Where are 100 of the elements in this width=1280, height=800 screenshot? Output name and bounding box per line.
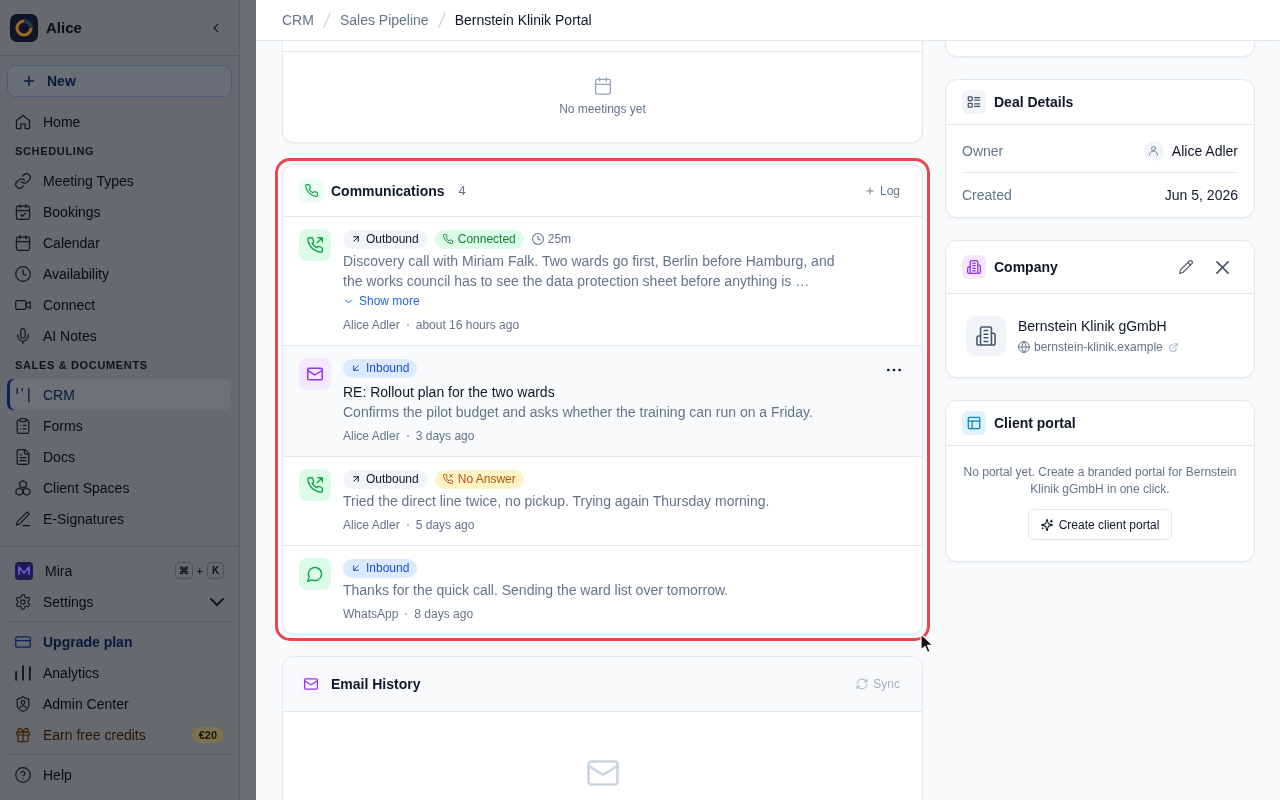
sparkles-icon [1040,518,1053,531]
message-preview: Thanks for the quick call. Sending the ward list over tomorrow. [343,581,730,600]
arrow-up-right-icon [351,234,361,244]
layout-icon [962,411,986,435]
nav-item[interactable]: Admin Center [7,688,232,719]
direction-label: Outbound [366,472,419,486]
status-label: Connected [457,232,516,246]
keycap: ⌘ [174,562,193,579]
chat-bubble-icon [299,558,331,590]
gift-icon [15,726,31,743]
section-heading: SCHEDULING [14,144,96,159]
nav-item[interactable]: Forms [7,410,231,441]
create-portal-button[interactable]: Create client portal [1027,509,1173,540]
pen-icon [15,510,31,527]
show-more-link[interactable]: Show more [343,291,420,311]
gear-icon [15,593,31,610]
nav-item[interactable]: Availability [7,258,231,289]
author-name: Alice Adler [343,317,400,333]
card-title: Client portal [994,415,1076,431]
close-icon [1215,260,1229,274]
section-heading: SALES & DOCUMENTS [14,358,149,373]
phone-icon [299,178,323,203]
refresh-icon [856,678,869,690]
credit-card-icon [15,633,31,650]
direction-label: Inbound [366,361,410,375]
breadcrumb-current: Bernstein Klinik Portal [454,12,592,28]
envelope-icon [586,760,619,786]
message-preview: Tried the direct line twice, no pickup. Trying again Thursday morning. [343,492,771,511]
arrow-down-left-icon [351,563,361,573]
breadcrumb-link[interactable]: Sales Pipeline [339,12,429,28]
nav-item[interactable]: E-Signatures [7,503,231,534]
clock-icon [15,265,31,282]
link-icon [15,172,31,189]
phone-missed-icon [442,474,453,484]
status-label: No Answer [457,472,516,486]
mail-icon [299,672,323,696]
communication-row[interactable]: Outbound No Answer Tried the direct line twice, no pickup. Trying again Thursday morning. Alice Adler 5 days ago [283,457,922,546]
log-button[interactable]: Log [858,179,906,202]
card-title: Email History [331,676,421,692]
field-label: Owner [962,142,1004,159]
assistant-logo-icon [15,561,33,580]
keycap: K [207,562,224,579]
document-icon [15,448,31,465]
website-link[interactable]: bernstein-klinik.example [1018,338,1178,356]
field-value: Jun 5, 2026 [1164,187,1238,203]
calendar-icon [593,77,612,95]
calendar-icon [15,234,31,251]
shield-user-icon [15,695,31,712]
nav-item[interactable]: Mira ⌘ + K [7,555,232,586]
message-preview: Discovery call with Miriam Falk. Two wards go first, Berlin before Hamburg, and the works council has to see the data protection sheet before anything is … [343,252,836,291]
new-button[interactable]: New [7,65,232,97]
email-subject: RE: Rollout plan for the two wards [343,383,556,402]
item-count: 4 [458,183,466,198]
list-icon [962,90,986,114]
nav-item[interactable]: Home [7,106,231,137]
help-icon [15,766,31,783]
company-name: Bernstein Klinik gGmbH [1018,317,1168,336]
workspace-name: Alice [46,19,83,36]
more-icon [887,368,901,372]
communication-row[interactable]: Inbound Thanks for the quick call. Sending the ward list over tomorrow. WhatsApp 8 days ago [283,546,922,634]
arrow-down-left-icon [351,363,361,373]
building-icon [962,255,986,279]
nav-item[interactable]: Connect [7,289,231,320]
nav-item[interactable]: Help [7,759,232,790]
clipboard-icon [15,417,31,434]
plus-icon [22,74,36,88]
shortcut-joiner: + [196,564,203,577]
direction-label: Outbound [366,232,419,246]
nav-item[interactable]: Earn free credits €20 [7,719,232,750]
communication-row[interactable]: Inbound RE: Rollout plan for the two wards Confirms the pilot budget and asks whether the training can run on a Friday. Alice Adler 3 days ago [283,346,922,457]
nav-item[interactable]: Settings [7,586,232,617]
nav-item[interactable]: Calendar [7,227,231,258]
direction-label: Inbound [366,561,410,575]
nav-item[interactable]: Docs [7,441,231,472]
nav-item[interactable]: Bookings [7,196,231,227]
breadcrumb-link[interactable]: CRM [282,12,314,28]
credit-amount: €20 [191,726,224,743]
cubes-icon [15,479,31,496]
nav-item[interactable]: AI Notes [7,320,231,351]
cursor-icon [920,633,934,654]
columns-icon [15,386,31,403]
building-icon [966,316,1006,356]
timestamp: about 16 hours ago [415,317,520,333]
message-preview: Confirms the pilot budget and asks whether the training can run on a Friday. [343,403,814,422]
external-link-icon [1168,342,1178,352]
home-icon [15,113,31,130]
slash-icon [437,12,446,28]
nav-item[interactable]: CRM [7,379,231,410]
slash-icon [322,12,331,28]
nav-item[interactable]: Upgrade plan [7,626,232,657]
duration-text: 25m [547,232,572,246]
plus-icon [864,185,875,196]
nav-item[interactable]: Analytics [7,657,232,688]
timestamp: 5 days ago [415,517,475,533]
user-avatar-icon [1143,140,1164,161]
nav-item[interactable]: Meeting Types [7,165,231,196]
phone-outgoing-icon [299,229,331,261]
author-name: Alice Adler [343,428,400,444]
timestamp: 3 days ago [415,428,475,444]
nav-item[interactable]: Client Spaces [7,472,231,503]
